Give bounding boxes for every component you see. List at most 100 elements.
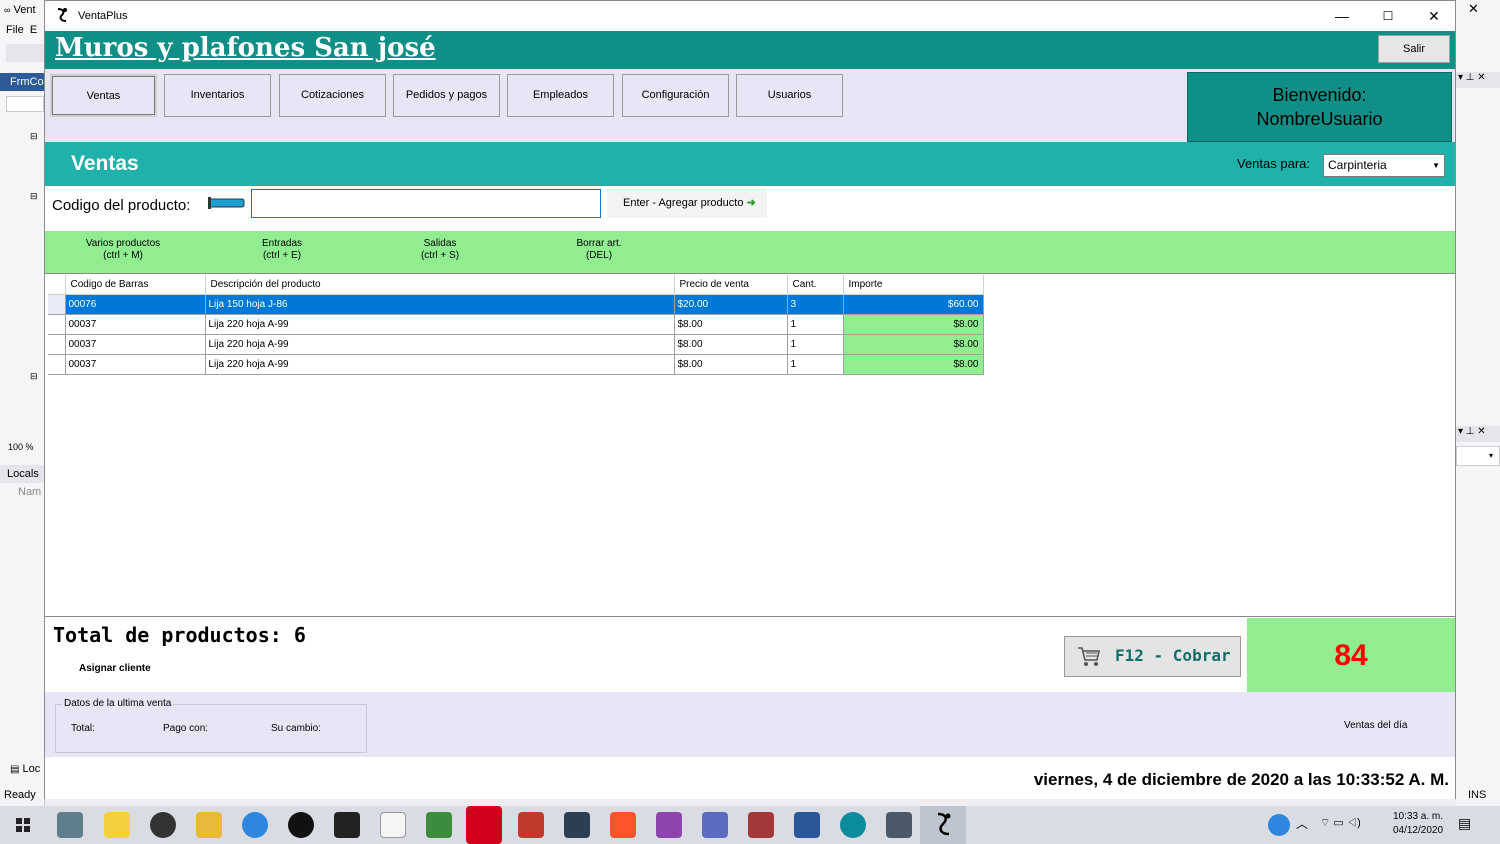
edge-icon[interactable] [840,812,866,838]
column-header[interactable]: Importe [843,275,984,295]
ventas-del-dia-label[interactable]: Ventas del día [1344,720,1407,731]
cell-description[interactable]: Lija 220 hoja A-99 [205,334,675,355]
tray-icons[interactable]: ⌔ ▭ ◁) [1320,816,1380,842]
visual-studio-icon[interactable] [656,812,682,838]
cell-qty[interactable]: 3 [787,294,844,315]
cell-amount[interactable]: $8.00 [843,354,984,375]
row-header[interactable] [48,354,66,375]
cell-amount[interactable]: $8.00 [843,314,984,335]
cell-amount[interactable]: $8.00 [843,334,984,355]
cell-code[interactable]: 00037 [65,334,206,355]
ide-doc-tab[interactable]: FrmCo [0,73,44,91]
chevron-up-icon[interactable]: ︿ [1296,815,1316,841]
ide-menu-file[interactable]: File [6,24,24,36]
paint-icon[interactable] [518,812,544,838]
column-header[interactable]: Cant. [787,275,844,295]
cell-qty[interactable]: 1 [787,314,844,335]
exit-button[interactable]: Salir [1378,35,1450,63]
app-icon[interactable] [702,812,728,838]
ide-dropdown[interactable] [6,96,44,112]
cell-qty[interactable]: 1 [787,354,844,375]
nav-cotizaciones-button[interactable]: Cotizaciones [279,74,386,117]
help-icon[interactable] [1268,814,1290,836]
table-row[interactable]: 00037 Lija 220 hoja A-99 $8.00 1 $8.00 [48,314,984,335]
word-icon[interactable] [794,812,820,838]
cell-code[interactable]: 00037 [65,354,206,375]
row-header[interactable] [48,334,66,355]
shortcut-bar: Varios productos (ctrl + M) Entradas (ct… [45,231,1455,273]
cell-description[interactable]: Lija 220 hoja A-99 [205,314,675,335]
shortcut-borrar[interactable]: Borrar art. (DEL) [539,238,659,262]
ide-close-icon[interactable]: ✕ [1468,1,1479,17]
close-button[interactable]: ✕ [1411,1,1457,31]
nav-ventas-button[interactable]: Ventas [50,74,157,117]
assign-client-link[interactable]: Asignar cliente [79,663,151,674]
cell-amount[interactable]: $60.00 [843,294,984,315]
ide-zoom[interactable]: 100 % [8,442,34,452]
tray-clock[interactable]: 10:33 a. m. 04/12/2020 [1386,810,1450,838]
collapse-icon[interactable]: ⊟ [30,131,38,142]
title-bar[interactable]: VentaPlus — ☐ ✕ [45,1,1455,31]
cell-description[interactable]: Lija 220 hoja A-99 [205,354,675,375]
app-icon[interactable] [886,812,912,838]
nav-empleados-button[interactable]: Empleados [507,74,614,117]
cell-price[interactable]: $8.00 [674,314,788,335]
cell-description[interactable]: Lija 150 hoja J-86 [205,294,675,315]
maximize-button[interactable]: ☐ [1365,1,1411,31]
brave-icon[interactable] [610,812,636,838]
pin-icon[interactable]: ▾ ⊥ ✕ [1456,426,1500,442]
shortcut-entradas[interactable]: Entradas (ctrl + E) [222,238,342,262]
cell-price[interactable]: $8.00 [674,334,788,355]
collapse-icon[interactable]: ⊟ [30,371,38,382]
browser-icon[interactable] [242,812,268,838]
windows-start-icon[interactable] [10,812,36,838]
sticky-notes-icon[interactable] [104,812,130,838]
cell-code[interactable]: 00076 [65,294,206,315]
shortcut-key: (DEL) [585,250,613,261]
ide-menu-edit[interactable]: E [30,24,37,36]
column-header[interactable]: Codigo de Barras [65,275,206,295]
notifications-icon[interactable]: ▤ [1458,815,1480,841]
ide-loc-tab[interactable]: ▤ Loc [10,763,40,775]
file-explorer-icon[interactable] [196,812,222,838]
app-icon[interactable] [380,812,406,838]
ide-dropdown-right[interactable]: ▾ [1456,446,1500,466]
table-row[interactable]: 00076 Lija 150 hoja J-86 $20.00 3 $60.00 [48,294,984,315]
shortcut-key: (ctrl + E) [262,250,302,261]
collapse-icon[interactable]: ⊟ [30,191,38,202]
ide-menu[interactable]: File E [6,24,37,36]
shortcut-varios-productos[interactable]: Varios productos (ctrl + M) [63,238,183,262]
add-product-button[interactable]: Enter - Agregar producto ➜ [607,188,767,218]
unity-icon[interactable] [334,812,360,838]
nav-configuracion-button[interactable]: Configuración [622,74,729,117]
cell-code[interactable]: 00037 [65,314,206,335]
ventas-para-select[interactable]: Carpinteria ▼ [1323,154,1445,177]
table-row[interactable]: 00037 Lija 220 hoja A-99 $8.00 1 $8.00 [48,354,984,375]
recorder-icon[interactable] [288,812,314,838]
table-row[interactable]: 00037 Lija 220 hoja A-99 $8.00 1 $8.00 [48,334,984,355]
sales-grid-area: Codigo de Barras Descripción del product… [45,273,1455,617]
taskbar-app-icon[interactable] [57,812,83,838]
shortcut-salidas[interactable]: Salidas (ctrl + S) [380,238,500,262]
column-header[interactable]: Descripción del producto [205,275,675,295]
obs-icon[interactable] [150,812,176,838]
row-header[interactable] [48,314,66,335]
product-code-input[interactable] [251,189,601,218]
vim-icon[interactable] [426,812,452,838]
column-header[interactable]: Precio de venta [674,275,788,295]
opera-icon[interactable] [466,806,502,844]
access-icon[interactable] [748,812,774,838]
cell-price[interactable]: $20.00 [674,294,788,315]
cell-price[interactable]: $8.00 [674,354,788,375]
nav-inventarios-button[interactable]: Inventarios [164,74,271,117]
nav-usuarios-button[interactable]: Usuarios [736,74,843,117]
ide-locals-tab[interactable]: Locals [0,465,44,483]
row-header[interactable] [48,294,66,315]
pin-icon[interactable]: ▾ ⊥ ✕ [1456,72,1500,88]
nav-pedidos-button[interactable]: Pedidos y pagos [393,74,500,117]
minimize-button[interactable]: — [1319,1,1365,31]
cobrar-button[interactable]: F12 - Cobrar [1064,636,1241,677]
active-taskbar-item[interactable] [920,806,966,844]
cell-qty[interactable]: 1 [787,334,844,355]
app-icon[interactable] [564,812,590,838]
